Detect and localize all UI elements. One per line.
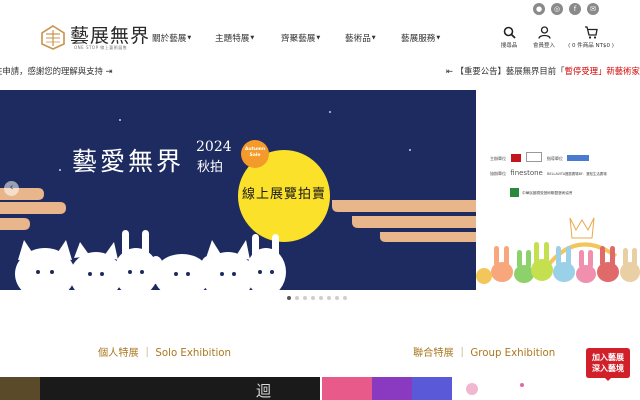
member-login-button[interactable]: 會員登入 <box>529 26 559 49</box>
caret-down-icon: ▼ <box>250 35 255 41</box>
logo-title: 藝展無界 <box>70 25 151 47</box>
nav-gathering[interactable]: 齊聚藝展▼ <box>281 32 320 44</box>
search-label: 搜尋品 <box>500 43 518 49</box>
finestone-logo: finestone <box>510 169 543 177</box>
site-header: 藝展無界 ONE STOP 線上藝術展售 關於藝展▼ 主題特展▼ 齊聚藝展▼ 藝… <box>0 0 640 60</box>
member-login-label: 會員登入 <box>532 43 555 49</box>
sponsor-panel: 主辦單位 指導單位 協辦單位 finestone BELLAVITA寶麗廣場BF… <box>476 90 640 290</box>
carousel-dot[interactable] <box>343 296 347 300</box>
thumbnail-accent <box>0 377 40 400</box>
sponsor-row-assist: 協辦單位 finestone BELLAVITA寶麗廣場BF．寶松生活廣場 <box>490 169 607 177</box>
logo-mark-icon <box>41 25 65 50</box>
join-badge-line1: 加入藝展 <box>592 353 624 362</box>
thumbnail-text: 迴 <box>256 382 272 400</box>
announcement-ticker: 註申請，感謝您的理解與支持 ⇥ ⇤ 【重要公告】藝展無界目前「暫停受理」新藝術家… <box>0 62 640 78</box>
nav-theme-exhibitions[interactable]: 主題特展▼ <box>215 32 254 44</box>
autumn-sale-badge: Autumn Sale <box>244 147 266 158</box>
sponsor-row-organizer: 主辦單位 指導單位 <box>490 152 640 164</box>
solo-exhibition-heading[interactable]: 個人特展 ｜ Solo Exhibition <box>98 344 231 359</box>
caret-down-icon: ▼ <box>187 35 192 41</box>
banner-artwork <box>0 111 476 290</box>
search-button[interactable]: 搜尋品 <box>497 26 521 49</box>
logo-subtitle: ONE STOP 線上藝術展售 <box>74 45 128 50</box>
carousel-prev-button[interactable]: ‹ <box>4 181 19 196</box>
ticker-highlight: 暫停受理 <box>564 66 599 76</box>
organizer-logo-2 <box>525 152 542 162</box>
carousel-dot[interactable] <box>319 296 323 300</box>
carousel-dot[interactable] <box>303 296 307 300</box>
banner-title: 藝愛無界 <box>72 147 185 176</box>
carousel-dot[interactable] <box>327 296 331 300</box>
nav-services[interactable]: 藝展服務▼ <box>401 32 440 44</box>
caret-down-icon: ▼ <box>371 35 376 41</box>
guide-logo <box>567 155 590 161</box>
ticker-text-left: 註申請，感謝您的理解與支持 ⇥ <box>0 66 113 76</box>
group-exhibition-heading[interactable]: 聯合特展 ｜ Group Exhibition <box>413 344 555 359</box>
side-artwork <box>476 217 640 284</box>
hero-banner[interactable]: 藝愛無界 2024 秋拍 Autumn Sale 線上展覽拍賣 <box>0 90 476 290</box>
cart-icon <box>585 26 598 39</box>
cart-button[interactable]: ( 0 件商品 NT$0 ) <box>565 26 617 49</box>
nav-artworks[interactable]: 藝術品▼ <box>345 32 376 44</box>
moon-caption: 線上展覽拍賣 <box>242 187 327 202</box>
instagram-icon[interactable]: ◎ <box>551 3 563 15</box>
carousel-dot[interactable] <box>335 296 339 300</box>
email-icon[interactable]: ✉ <box>587 3 599 15</box>
association-logo <box>510 188 519 197</box>
facebook-icon[interactable]: f <box>569 3 581 15</box>
sponsor-row-association: 中華民國視覺藝術聯盟藝術協會 <box>510 188 640 200</box>
organizer-logo <box>511 154 522 162</box>
ticker-text-right[interactable]: ⇤ 【重要公告】藝展無界目前「暫停受理」新藝術家簽 <box>446 65 640 77</box>
banner-season: 秋拍 <box>197 160 224 175</box>
carousel-dot[interactable] <box>287 296 291 300</box>
carousel-dot[interactable] <box>295 296 299 300</box>
search-icon <box>503 26 516 39</box>
line-icon[interactable]: ● <box>533 3 545 15</box>
user-icon <box>537 26 551 39</box>
caret-down-icon: ▼ <box>436 35 441 41</box>
cart-label: ( 0 件商品 NT$0 ) <box>568 43 614 49</box>
caret-down-icon: ▼ <box>316 35 321 41</box>
banner-year: 2024 <box>196 139 232 155</box>
join-badge-line2: 深入藝境 <box>592 364 624 373</box>
nav-about[interactable]: 關於藝展▼ <box>152 32 191 44</box>
join-badge[interactable]: 加入藝展 深入藝境 <box>585 346 631 382</box>
solo-exhibition-thumbnail[interactable]: 迴 <box>0 377 320 400</box>
carousel-dot[interactable] <box>311 296 315 300</box>
